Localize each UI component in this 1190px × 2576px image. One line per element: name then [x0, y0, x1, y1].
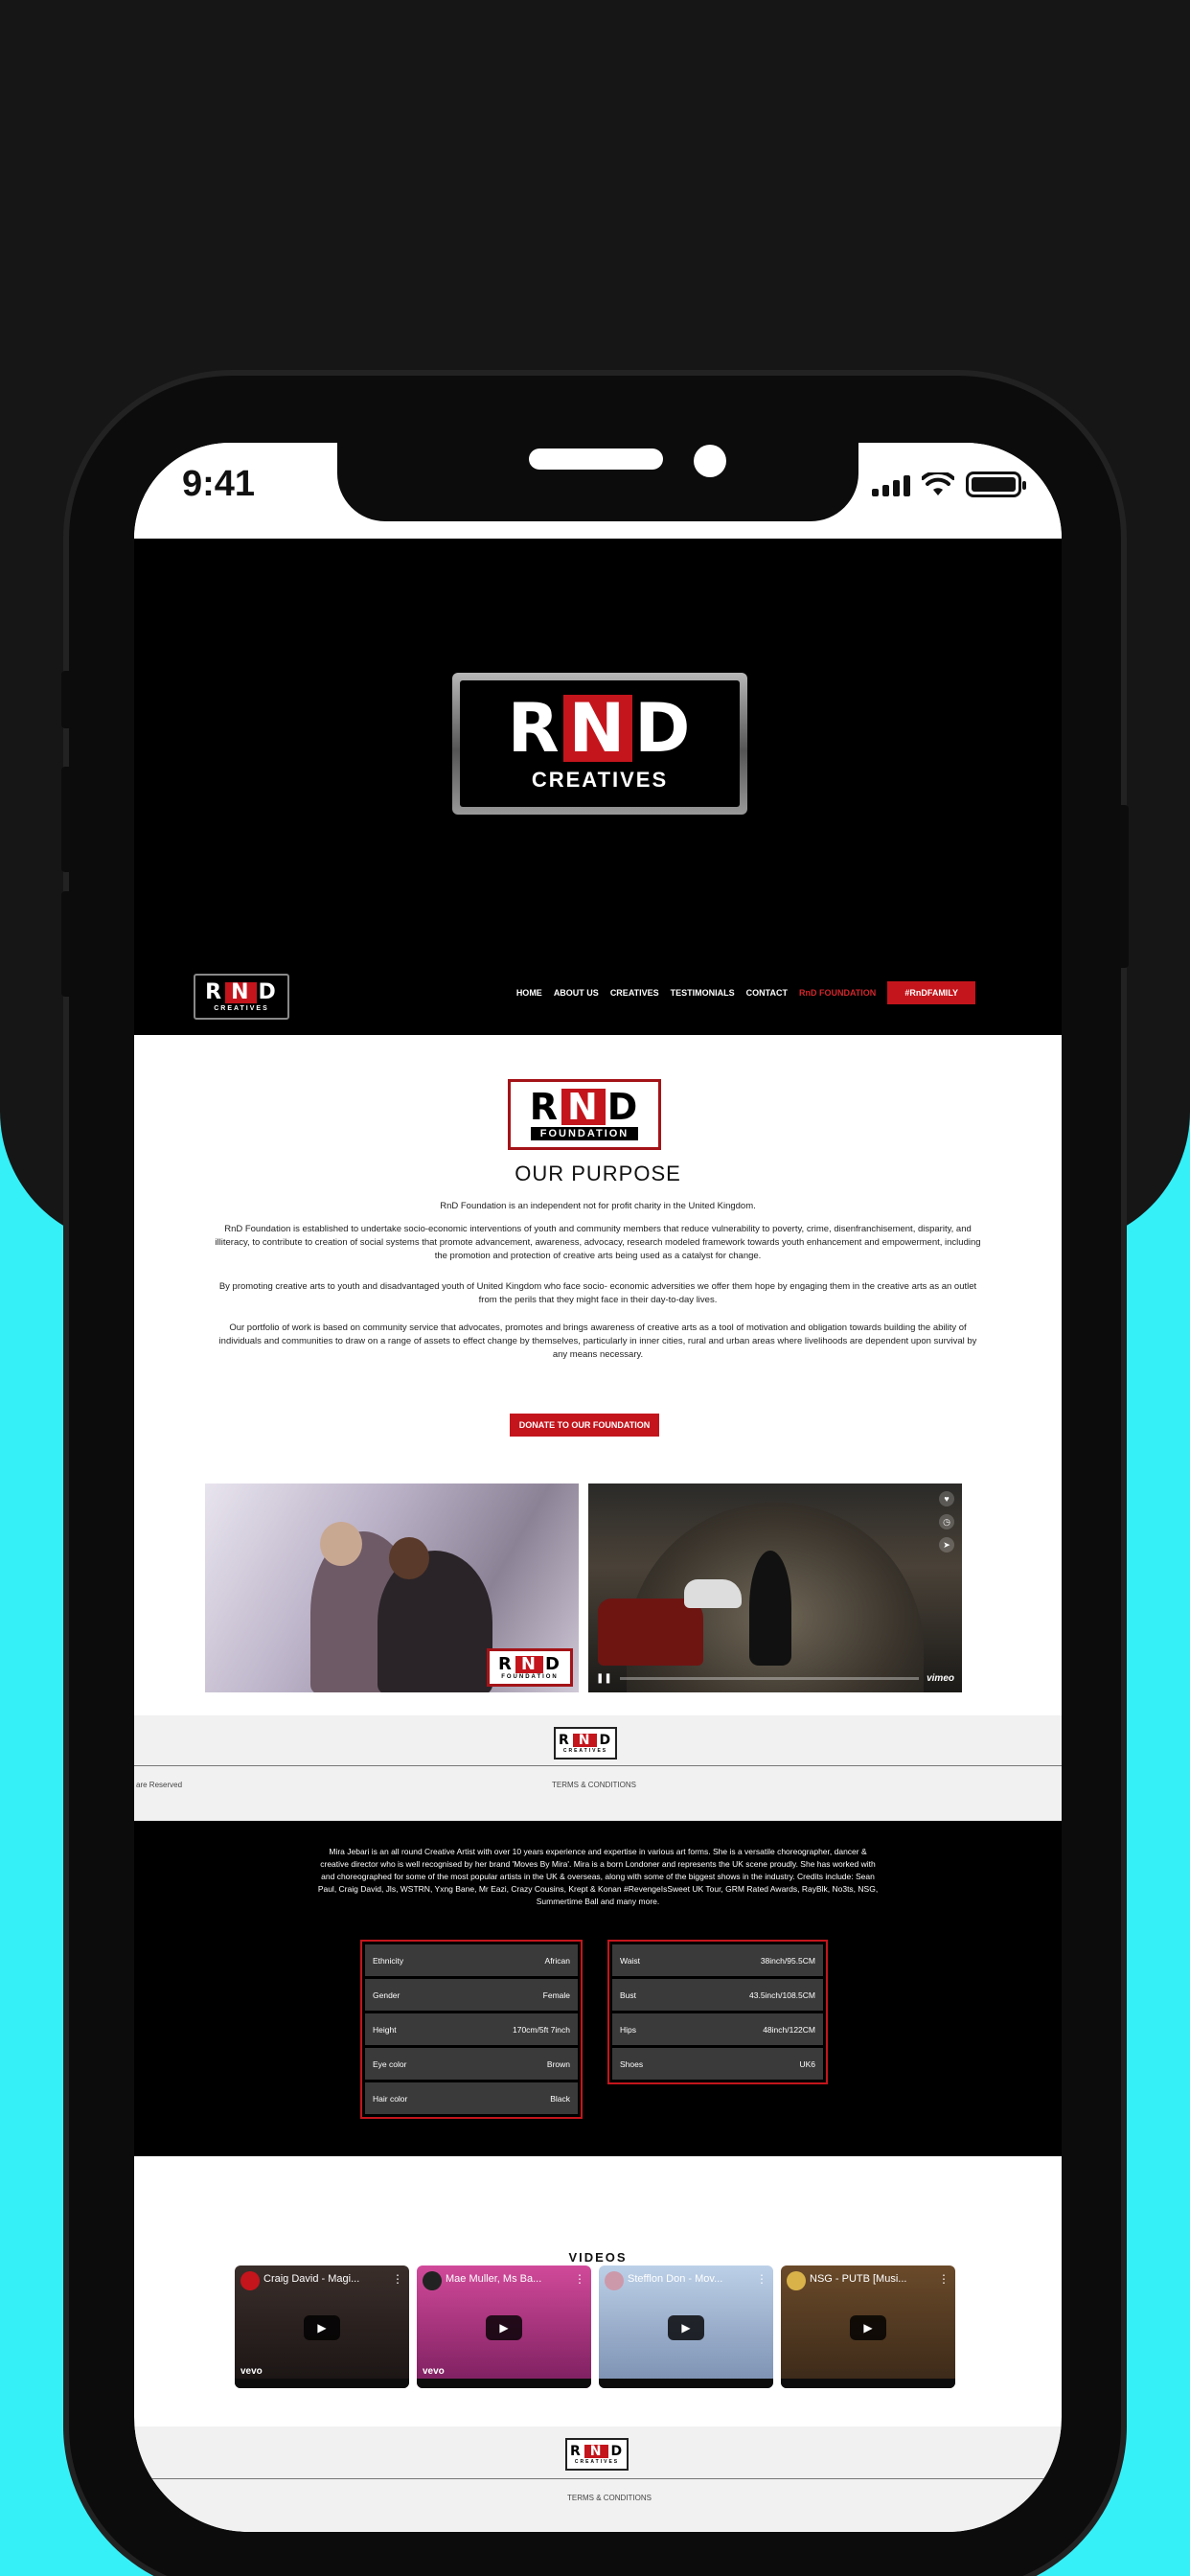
- youtube-video[interactable]: NSG - PUTB [Musi... ⋮ ▶: [781, 2266, 955, 2388]
- videos-section: VIDEOS Craig David - Magi... ⋮ ▶ vevo Ma…: [134, 2156, 1062, 2415]
- terms-link[interactable]: TERMS & CONDITIONS: [552, 1781, 636, 1789]
- channel-avatar: [605, 2271, 624, 2290]
- nav-rnd-foundation[interactable]: RnD FOUNDATION: [799, 988, 876, 998]
- purpose-intro: RnD Foundation is an independent not for…: [440, 1201, 756, 1211]
- video-controls: ❚❚ vimeo: [596, 1671, 954, 1685]
- stat-row: Hair color Black: [365, 2082, 578, 2114]
- play-icon[interactable]: ▶: [850, 2315, 886, 2340]
- purpose-title: OUR PURPOSE: [515, 1162, 681, 1185]
- nav-contact[interactable]: CONTACT: [746, 988, 788, 998]
- more-icon[interactable]: ⋮: [392, 2272, 403, 2286]
- more-icon[interactable]: ⋮: [756, 2272, 767, 2286]
- foundation-logo: RND FOUNDATION: [508, 1079, 661, 1150]
- vimeo-logo[interactable]: vimeo: [927, 1673, 954, 1684]
- youtube-video[interactable]: Mae Muller, Ms Ba... ⋮ ▶ vevo: [417, 2266, 591, 2388]
- footer-bar-bottom: RND CREATIVES d TERMS & CONDITIONS: [134, 2426, 1062, 2532]
- play-icon[interactable]: ▶: [668, 2315, 704, 2340]
- video-title: Craig David - Magi...: [263, 2273, 360, 2285]
- nav-links: HOME ABOUT US CREATIVES TESTIMONIALS CON…: [516, 981, 975, 1004]
- vevo-badge: vevo: [240, 2366, 263, 2377]
- share-icon[interactable]: ➤: [939, 1537, 954, 1552]
- pause-icon[interactable]: ❚❚: [596, 1673, 612, 1684]
- rnd-family-button[interactable]: #RnDFAMILY: [887, 981, 975, 1004]
- phone-power-button: [1117, 805, 1129, 968]
- video-side-actions: ♥ ◷ ➤: [939, 1491, 954, 1552]
- footer-rights: d: [149, 2494, 154, 2502]
- nav-logo[interactable]: RND CREATIVES: [194, 974, 289, 1020]
- play-icon[interactable]: ▶: [486, 2315, 522, 2340]
- footer-rights: are Reserved: [136, 1781, 183, 1789]
- nav-home[interactable]: HOME: [516, 988, 542, 998]
- purpose-paragraph-1: RnD Foundation is established to underta…: [215, 1224, 981, 1261]
- watermark-logo: RND FOUNDATION: [487, 1648, 573, 1687]
- speaker: [529, 448, 663, 470]
- wifi-icon: [922, 472, 954, 495]
- navbar: RND CREATIVES HOME ABOUT US CREATIVES TE…: [134, 960, 1062, 1035]
- stat-row: Bust 43.5inch/108.5CM: [612, 1979, 823, 2011]
- video-title: Mae Muller, Ms Ba...: [446, 2273, 542, 2285]
- more-icon[interactable]: ⋮: [574, 2272, 585, 2286]
- car-shape: [598, 1598, 703, 1666]
- stat-row: Hips 48inch/122CM: [612, 2013, 823, 2045]
- footer-bar: RND CREATIVES are Reserved TERMS & CONDI…: [134, 1715, 1062, 1821]
- stat-row: Waist 38inch/95.5CM: [612, 1944, 823, 1976]
- nav-about-us[interactable]: ABOUT US: [554, 988, 599, 998]
- vevo-badge: vevo: [423, 2366, 445, 2377]
- video-title: NSG - PUTB [Musi...: [810, 2273, 907, 2285]
- purpose-section: RND FOUNDATION OUR PURPOSE RnD Foundatio…: [134, 1035, 1062, 1717]
- profile-section: Mira Jebari is an all round Creative Art…: [134, 1821, 1062, 2156]
- footer-logo: RND CREATIVES: [554, 1727, 617, 1760]
- signal-icon: [872, 473, 910, 496]
- stat-row: Ethnicity African: [365, 1944, 578, 1976]
- video-progress[interactable]: [619, 1676, 920, 1680]
- hero-banner: RND CREATIVES RND CREATIVES HOME ABOUT U…: [134, 539, 1062, 1037]
- channel-avatar: [787, 2271, 806, 2290]
- channel-avatar: [423, 2271, 442, 2290]
- profile-bio: Mira Jebari is an all round Creative Art…: [317, 1847, 879, 1906]
- phone-volume-down: [61, 891, 73, 997]
- youtube-video[interactable]: Stefflon Don - Mov... ⋮ ▶: [599, 2266, 773, 2388]
- photo-two-dancers[interactable]: RND FOUNDATION: [205, 1484, 579, 1692]
- stats-table-right: Waist 38inch/95.5CM Bust 43.5inch/108.5CM …: [607, 1940, 828, 2084]
- car-shape: [684, 1579, 742, 1608]
- footer-logo: RND CREATIVES: [565, 2438, 629, 2471]
- stat-row: Eye color Brown: [365, 2048, 578, 2080]
- stats-table-left: Ethnicity African Gender Female Height 170c…: [360, 1940, 583, 2119]
- video-title: Stefflon Don - Mov...: [628, 2273, 723, 2285]
- play-icon[interactable]: ▶: [304, 2315, 340, 2340]
- clock-icon[interactable]: ◷: [939, 1514, 954, 1530]
- stat-row: Shoes UK6: [612, 2048, 823, 2080]
- phone-screen: 9:41 RND CREATIVES R N D CREATIVES HOME …: [134, 443, 1062, 2532]
- stat-row: Gender Female: [365, 1979, 578, 2011]
- donate-button[interactable]: DONATE TO OUR FOUNDATION: [510, 1414, 659, 1437]
- nav-testimonials[interactable]: TESTIMONIALS: [671, 988, 735, 998]
- videos-title: VIDEOS: [568, 2250, 628, 2265]
- front-camera: [694, 445, 726, 477]
- hero-logo: RND CREATIVES: [452, 673, 747, 815]
- youtube-video[interactable]: Craig David - Magi... ⋮ ▶ vevo: [235, 2266, 409, 2388]
- channel-avatar: [240, 2271, 260, 2290]
- battery-icon: [966, 472, 1026, 497]
- vimeo-video-player[interactable]: ♥ ◷ ➤ ❚❚ vimeo: [588, 1484, 962, 1692]
- status-time: 9:41: [182, 464, 256, 504]
- notch: [337, 443, 858, 521]
- nav-creatives[interactable]: CREATIVES: [610, 988, 659, 998]
- purpose-paragraph-3: Our portfolio of work is based on commun…: [218, 1322, 977, 1360]
- status-icons: [872, 472, 1026, 497]
- purpose-paragraph-2: By promoting creative arts to youth and …: [218, 1281, 977, 1305]
- heart-icon[interactable]: ♥: [939, 1491, 954, 1506]
- terms-link[interactable]: TERMS & CONDITIONS: [567, 2494, 652, 2502]
- status-bar: 9:41: [134, 443, 1062, 539]
- phone-volume-up: [61, 767, 73, 872]
- phone-side-button: [61, 671, 73, 728]
- more-icon[interactable]: ⋮: [938, 2272, 950, 2286]
- stat-row: Height 170cm/5ft 7inch: [365, 2013, 578, 2045]
